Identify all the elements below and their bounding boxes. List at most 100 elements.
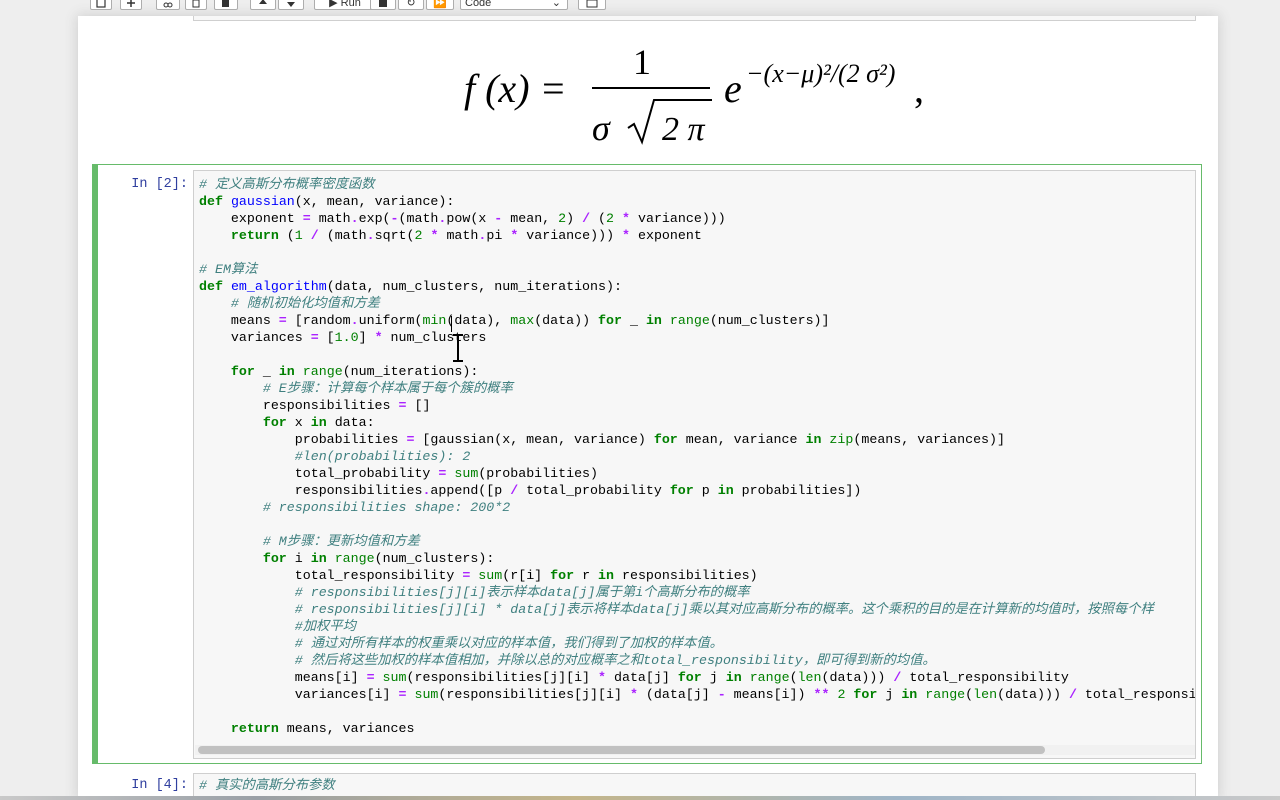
code-text: num_clusters (382, 330, 487, 345)
code-keyword: for (669, 483, 694, 498)
code-text: responsibilities (199, 398, 399, 413)
code-operator: - (717, 687, 726, 702)
cell-prompt: In [2]: (131, 177, 188, 192)
code-builtin: zip (829, 432, 854, 447)
cell-type-value: Code (465, 0, 492, 9)
code-text: math (438, 228, 479, 243)
code-text: total_probability (199, 466, 439, 481)
code-text: variance))) (518, 228, 623, 243)
code-builtin: len (797, 670, 822, 685)
code-text: (data[j] (637, 687, 718, 702)
paste-button[interactable] (214, 0, 238, 10)
code-builtin: range (669, 313, 710, 328)
formula-sqrt-content: 2 π (662, 111, 706, 148)
code-operator: * (598, 670, 606, 685)
code-text: data: (326, 415, 375, 430)
previous-cell-edge[interactable] (193, 16, 1196, 21)
add-cell-button[interactable] (120, 0, 142, 10)
paste-icon (222, 0, 229, 7)
scrollbar-thumb[interactable] (198, 746, 1045, 754)
code-text: (responsibilities[j][i] (438, 687, 630, 702)
run-icon: ▶ (329, 0, 338, 9)
code-keyword: for (230, 364, 255, 379)
code-operator: . (350, 211, 359, 226)
horizontal-scrollbar[interactable] (195, 745, 1195, 755)
fast-forward-icon: ⏩ (433, 0, 447, 9)
code-keyword: in (310, 551, 327, 566)
code-operator: = (310, 330, 319, 345)
code-text: (x, mean, variance): (294, 194, 455, 209)
move-up-button[interactable] (250, 0, 276, 10)
formula-exp-base: e (724, 66, 742, 111)
code-text: ( (965, 687, 974, 702)
formula-trailing: , (914, 66, 924, 111)
code-text: ( (789, 670, 798, 685)
code-operator: / (1068, 687, 1077, 702)
code-line: responsibilities.append([p / total_proba… (199, 482, 1195, 499)
code-builtin: min (422, 313, 447, 328)
restart-button[interactable]: ↻ (398, 0, 424, 10)
code-text: (math (318, 228, 367, 243)
restart-run-all-button[interactable]: ⏩ (426, 0, 454, 10)
code-comment: # 定义高斯分布概率密度函数 (199, 177, 375, 192)
code-builtin: range (334, 551, 375, 566)
formula-sigma: σ (592, 108, 611, 148)
cut-button[interactable] (156, 0, 180, 10)
code-line: # 然后将这些加权的样本值相加，并除以总的对应概率之和total_respons… (199, 652, 1195, 669)
run-label: Run (340, 0, 361, 9)
cell-type-select[interactable]: Code ⌄ (460, 0, 568, 10)
formula-numerator: 1 (633, 42, 651, 82)
copy-button[interactable] (185, 0, 207, 10)
code-line: #加权平均 (199, 618, 1195, 635)
save-icon (96, 0, 106, 8)
code-text: ( (590, 211, 607, 226)
code-text: (responsibilities[j][i] (406, 670, 599, 685)
move-up-icon (259, 0, 267, 4)
code-line: # 定义高斯分布概率密度函数 (199, 176, 1195, 193)
code-line: means = [random.uniform(min(data), max(d… (199, 312, 1195, 329)
code-comment: # responsibilities[j][i] * data[j]表示将样本d… (294, 602, 1154, 617)
code-keyword: def (199, 194, 223, 209)
code-keyword: in (805, 432, 822, 447)
code-operator: - (390, 211, 399, 226)
code-text: total_responsibility (1084, 687, 1196, 702)
code-text: ( (278, 228, 295, 243)
run-button[interactable]: ▶ Run (314, 0, 376, 10)
save-button[interactable] (90, 0, 112, 10)
code-text: responsibilities) (614, 568, 758, 583)
code-text: x (286, 415, 311, 430)
interrupt-button[interactable] (370, 0, 396, 10)
code-operator: . (366, 228, 375, 243)
code-number: 2 (558, 211, 567, 226)
code-text: _ (254, 364, 279, 379)
code-keyword: for (550, 568, 575, 583)
code-editor[interactable]: # 定义高斯分布概率密度函数 def gaussian(x, mean, vari… (193, 170, 1196, 759)
code-text: means (199, 313, 279, 328)
code-number: 1 (294, 228, 303, 243)
code-line: # responsibilities[j][i] * data[j]表示将样本d… (199, 601, 1195, 618)
code-line: return means, variances (199, 720, 1195, 737)
code-text: ) (566, 211, 583, 226)
code-line: # 通过对所有样本的权重乘以对应的样本值，我们得到了加权的样本值。 (199, 635, 1195, 652)
code-text: exponent (199, 211, 303, 226)
code-comment: # 真实的高斯分布参数 (199, 778, 335, 793)
code-keyword: in (901, 687, 918, 702)
code-keyword: in (310, 415, 327, 430)
move-down-button[interactable] (278, 0, 304, 10)
code-text: means[i]) (725, 687, 814, 702)
code-keyword: for (653, 432, 678, 447)
code-text: means[i] (199, 670, 367, 685)
chevron-down-icon: ⌄ (551, 0, 561, 9)
code-number: 1.0 (334, 330, 359, 345)
command-palette-button[interactable] (578, 0, 606, 10)
